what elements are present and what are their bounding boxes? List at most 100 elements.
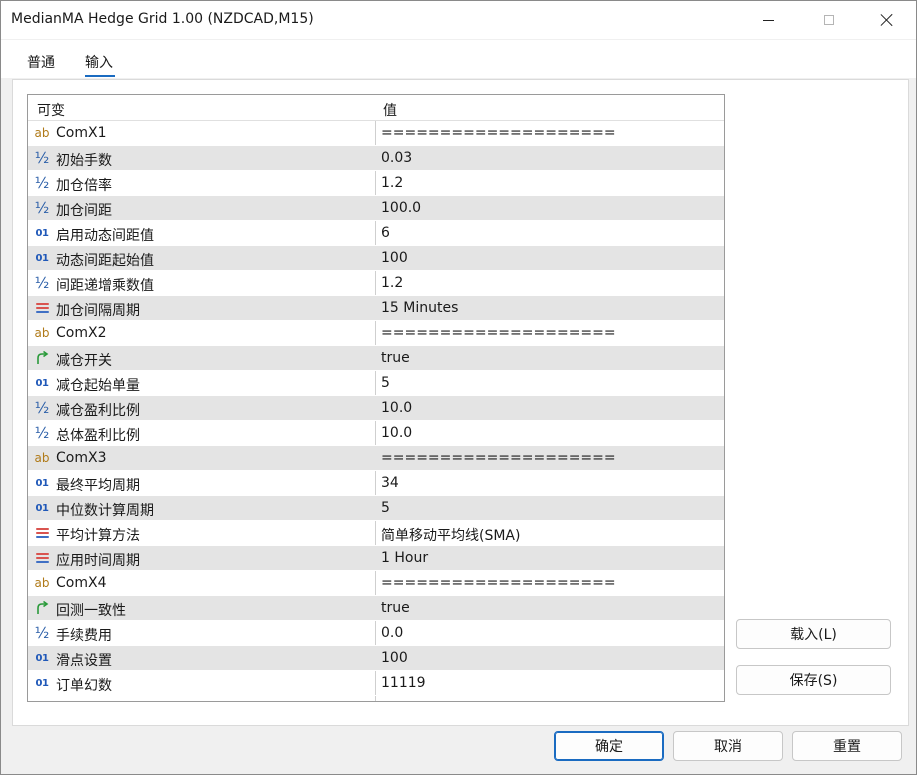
parameter-name: 滑点设置 xyxy=(56,653,112,669)
parameter-value[interactable]: 1.2 xyxy=(381,175,403,191)
dialog-window: MedianMA Hedge Grid 1.00 (NZDCAD,M15) 普通… xyxy=(0,0,917,775)
parameter-value[interactable]: true xyxy=(381,600,410,616)
ok-button[interactable]: 确定 xyxy=(554,731,664,761)
table-row[interactable]: ab ComX2 ==================== xyxy=(28,321,724,346)
title-bar: MedianMA Hedge Grid 1.00 (NZDCAD,M15) xyxy=(1,1,916,39)
table-row[interactable]: 01 滑点设置 100 xyxy=(28,646,724,671)
parameter-name: ComX4 xyxy=(56,575,107,591)
minimize-icon xyxy=(762,19,774,21)
table-row[interactable]: ½ 加仓间距 100.0 xyxy=(28,196,724,221)
table-row[interactable]: 01 动态间距起始值 100 xyxy=(28,246,724,271)
parameter-value[interactable]: 10.0 xyxy=(381,425,412,441)
parameter-name: ComX3 xyxy=(56,450,107,466)
parameter-value[interactable]: 100 xyxy=(381,250,408,266)
string-type-icon: ab xyxy=(34,126,50,140)
enum-type-icon xyxy=(33,299,51,317)
maximize-button[interactable] xyxy=(806,1,852,39)
integer-type-icon: 01 xyxy=(35,502,49,514)
reset-button[interactable]: 重置 xyxy=(792,731,902,761)
parameter-value[interactable]: 5 xyxy=(381,500,390,516)
string-type-icon: ab xyxy=(34,451,50,465)
table-row[interactable]: 01 中位数计算周期 5 xyxy=(28,496,724,521)
table-row[interactable]: 回测一致性 true xyxy=(28,596,724,621)
double-type-icon: ½ xyxy=(34,199,50,217)
parameter-value[interactable]: 100.0 xyxy=(381,200,421,216)
parameter-value[interactable]: 10.0 xyxy=(381,400,412,416)
parameter-name: 回测一致性 xyxy=(56,603,126,619)
parameter-name: ComX2 xyxy=(56,325,107,341)
tab-general[interactable]: 普通 xyxy=(27,52,55,72)
window-title: MedianMA Hedge Grid 1.00 (NZDCAD,M15) xyxy=(11,11,314,27)
parameter-name: 应用时间周期 xyxy=(56,553,140,569)
table-row[interactable]: ½ 减仓盈利比例 10.0 xyxy=(28,396,724,421)
active-tab-indicator xyxy=(85,75,115,77)
table-row[interactable]: ½ 总体盈利比例 10.0 xyxy=(28,421,724,446)
table-row[interactable]: ½ 加仓倍率 1.2 xyxy=(28,171,724,196)
integer-type-icon: 01 xyxy=(35,677,49,689)
parameter-value[interactable]: 1 Hour xyxy=(381,550,428,566)
table-row[interactable]: ab ComX4 ==================== xyxy=(28,571,724,596)
double-type-icon: ½ xyxy=(34,399,50,417)
table-row[interactable]: 应用时间周期 1 Hour xyxy=(28,546,724,571)
parameter-name: 平均计算方法 xyxy=(56,528,140,544)
integer-type-icon: 01 xyxy=(35,652,49,664)
parameter-value[interactable]: 0.0 xyxy=(381,625,403,641)
parameter-name: 间距递增乘数值 xyxy=(56,278,154,294)
double-type-icon: ½ xyxy=(34,174,50,192)
header-value[interactable]: 值 xyxy=(383,100,397,120)
parameter-value[interactable]: ==================== xyxy=(381,125,616,141)
table-row[interactable]: ab ComX3 ==================== xyxy=(28,446,724,471)
header-variable[interactable]: 可变 xyxy=(37,100,65,120)
table-row[interactable]: ½ 间距递增乘数值 1.2 xyxy=(28,271,724,296)
double-type-icon: ½ xyxy=(34,149,50,167)
table-row[interactable]: 01 订单幻数 11119 xyxy=(28,671,724,696)
parameter-value[interactable]: ==================== xyxy=(381,325,616,341)
parameter-name: 减仓起始单量 xyxy=(56,378,140,394)
table-row[interactable]: ½ 手续费用 0.0 xyxy=(28,621,724,646)
parameter-value[interactable]: 100 xyxy=(381,650,408,666)
parameter-name: 订单幻数 xyxy=(56,678,112,694)
integer-type-icon: 01 xyxy=(35,227,49,239)
bool-type-icon xyxy=(33,599,51,617)
parameter-value[interactable]: 简单移动平均线(SMA) xyxy=(381,525,520,545)
table-row[interactable]: 平均计算方法 简单移动平均线(SMA) xyxy=(28,521,724,546)
parameter-name: 总体盈利比例 xyxy=(56,428,140,444)
cancel-button[interactable]: 取消 xyxy=(673,731,783,761)
load-button[interactable]: 载入(L) xyxy=(736,619,891,649)
enum-type-icon xyxy=(33,549,51,567)
table-body: ab ComX1 ==================== ½ 初始手数 0.03 ½ 加仓倍… xyxy=(28,121,724,696)
parameter-value[interactable]: 6 xyxy=(381,225,390,241)
close-button[interactable] xyxy=(864,1,910,39)
double-type-icon: ½ xyxy=(34,424,50,442)
tab-inputs[interactable]: 输入 xyxy=(85,52,113,72)
minimize-button[interactable] xyxy=(745,1,791,39)
parameter-value[interactable]: 11119 xyxy=(381,675,426,691)
parameter-value[interactable]: 5 xyxy=(381,375,390,391)
parameter-name: ComX1 xyxy=(56,125,107,141)
parameter-value[interactable]: 0.03 xyxy=(381,150,412,166)
tab-bar: 普通 输入 xyxy=(1,40,916,78)
table-row[interactable]: 加仓间隔周期 15 Minutes xyxy=(28,296,724,321)
parameter-name: 加仓倍率 xyxy=(56,178,112,194)
parameter-name: 减仓盈利比例 xyxy=(56,403,140,419)
parameter-name: 加仓间距 xyxy=(56,203,112,219)
table-row[interactable]: 减仓开关 true xyxy=(28,346,724,371)
parameter-value[interactable]: 15 Minutes xyxy=(381,300,458,316)
parameter-value[interactable]: 34 xyxy=(381,475,399,491)
save-button[interactable]: 保存(S) xyxy=(736,665,891,695)
table-row[interactable]: ab ComX1 ==================== xyxy=(28,121,724,146)
table-row[interactable]: ½ 初始手数 0.03 xyxy=(28,146,724,171)
parameter-value[interactable]: true xyxy=(381,350,410,366)
parameter-value[interactable]: ==================== xyxy=(381,575,616,591)
parameter-name: 中位数计算周期 xyxy=(56,503,154,519)
table-row[interactable]: 01 启用动态间距值 6 xyxy=(28,221,724,246)
integer-type-icon: 01 xyxy=(35,377,49,389)
table-row[interactable]: 01 减仓起始单量 5 xyxy=(28,371,724,396)
parameter-value[interactable]: 1.2 xyxy=(381,275,403,291)
table-row[interactable]: 01 最终平均周期 34 xyxy=(28,471,724,496)
parameter-name: 加仓间隔周期 xyxy=(56,303,140,319)
parameter-value[interactable]: ==================== xyxy=(381,450,616,466)
integer-type-icon: 01 xyxy=(35,252,49,264)
table-header: 可变 值 xyxy=(28,95,724,121)
double-type-icon: ½ xyxy=(34,624,50,642)
